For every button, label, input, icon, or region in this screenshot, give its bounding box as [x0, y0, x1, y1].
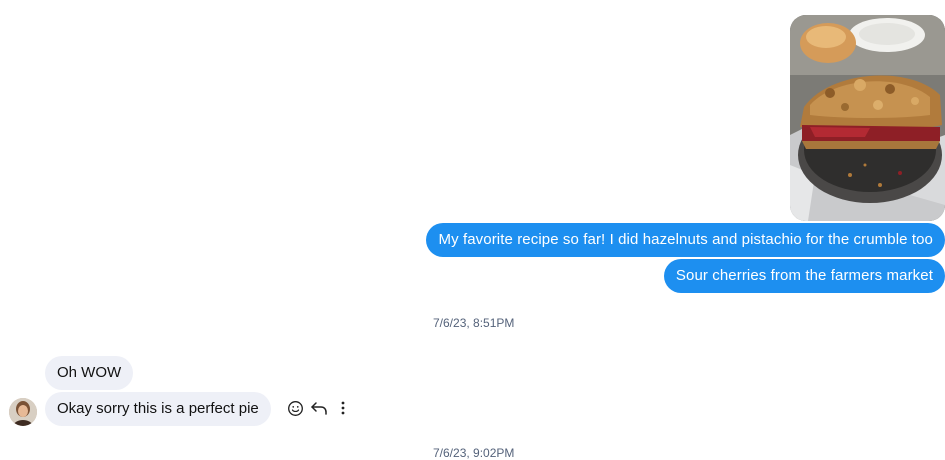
outgoing-message[interactable]: Sour cherries from the farmers market [663, 259, 945, 293]
outgoing-message[interactable]: My favorite recipe so far! I did hazelnu… [426, 223, 945, 257]
message-timestamp: 7/6/23, 9:02PM [433, 446, 515, 460]
pie-photo-image [790, 15, 945, 221]
incoming-message[interactable]: Okay sorry this is a perfect pie [45, 392, 271, 426]
reply-arrow-icon [311, 402, 327, 415]
reply-button[interactable] [309, 398, 329, 418]
react-button[interactable] [285, 398, 305, 418]
more-options-button[interactable] [333, 398, 353, 418]
smile-icon [287, 400, 303, 416]
shared-photo[interactable] [790, 15, 945, 221]
avatar[interactable] [9, 398, 37, 426]
more-vertical-icon [341, 401, 345, 415]
incoming-message[interactable]: Oh WOW [45, 356, 134, 390]
message-timestamp: 7/6/23, 8:51PM [433, 316, 515, 330]
avatar-image [9, 398, 37, 426]
